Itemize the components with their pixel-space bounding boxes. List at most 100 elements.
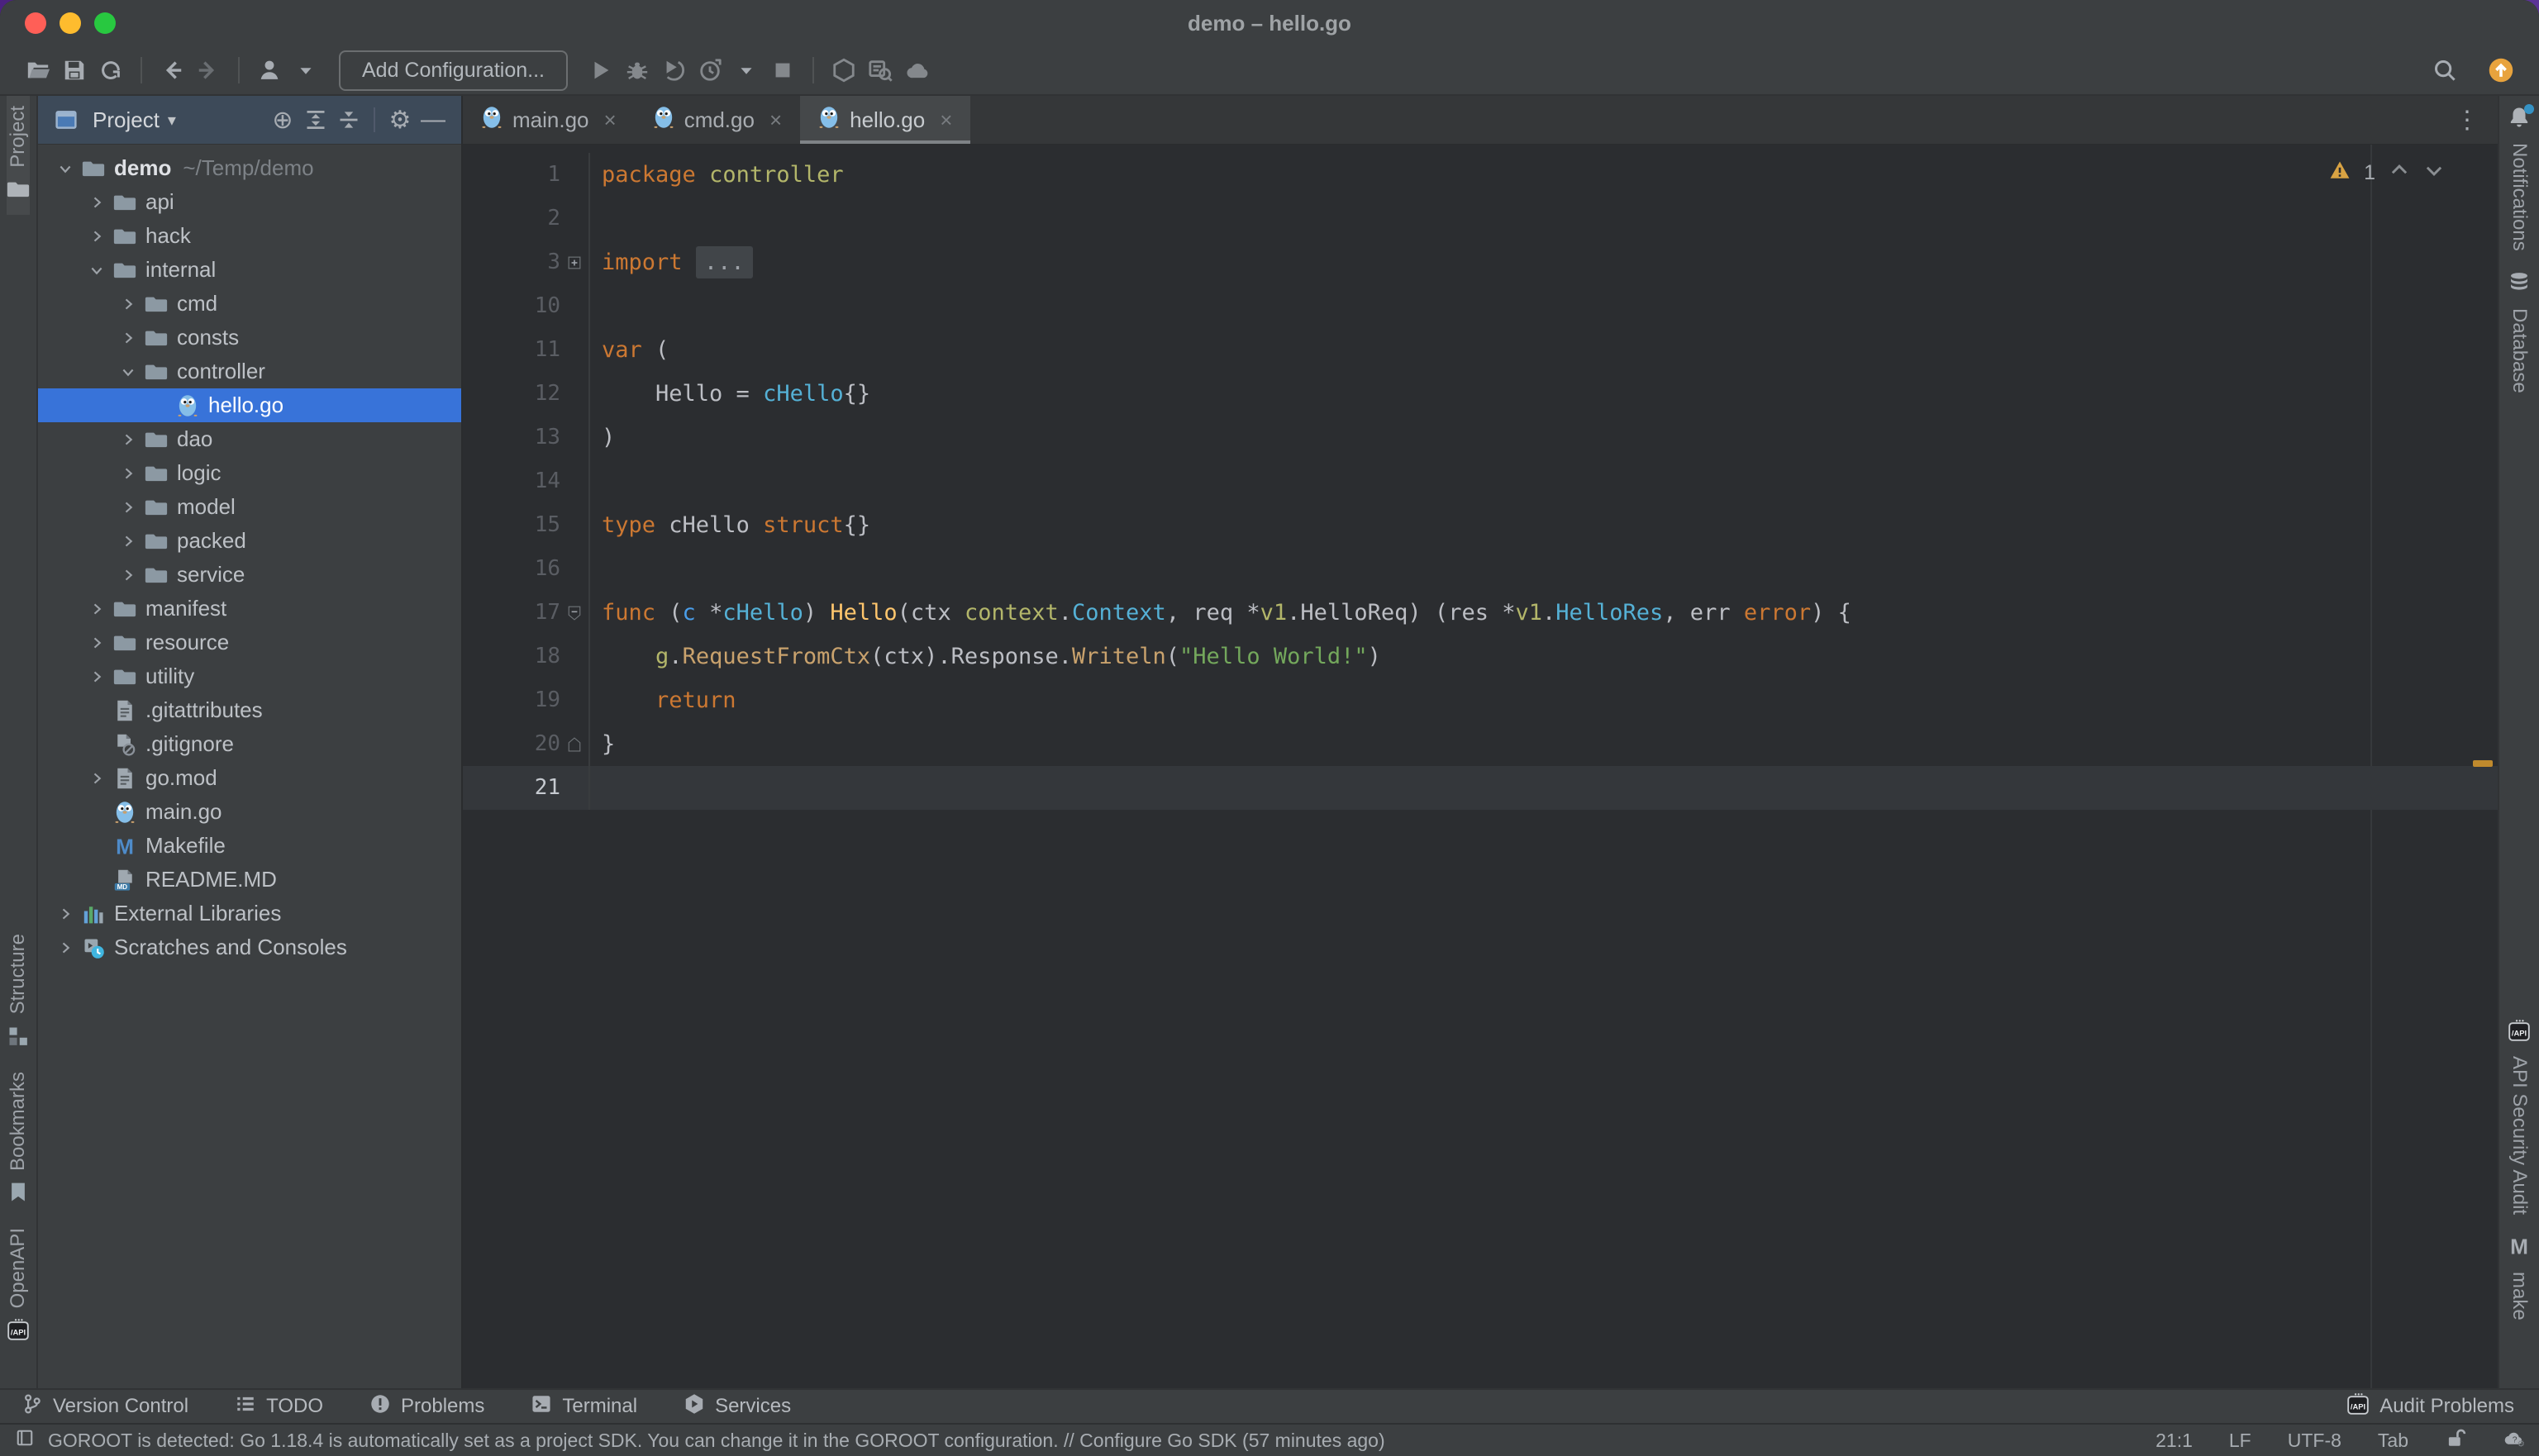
tool-window-button-version-control[interactable]: Version Control	[21, 1393, 188, 1420]
back-icon[interactable]	[154, 52, 190, 88]
code-line-18[interactable]: 18 g.RequestFromCtx(ctx).Response.Writel…	[463, 635, 2498, 678]
tree-item-resource[interactable]: resource	[38, 626, 461, 659]
collapse-all-icon[interactable]	[332, 103, 365, 136]
chevron-right-icon[interactable]	[116, 499, 141, 516]
minimize-window-button[interactable]	[60, 12, 81, 34]
chevron-down-icon[interactable]	[53, 160, 78, 177]
close-tab-icon[interactable]: ×	[769, 107, 782, 133]
fold-marker-icon[interactable]	[560, 722, 590, 766]
profiler-icon[interactable]	[692, 52, 728, 88]
tree-item-cmd[interactable]: cmd	[38, 287, 461, 321]
tree-item-internal[interactable]: internal	[38, 253, 461, 287]
code-editor[interactable]: 1package controller23import ...1011var (…	[463, 145, 2498, 1388]
next-problem-icon[interactable]	[2423, 159, 2445, 187]
tree-item-External Libraries[interactable]: External Libraries	[38, 897, 461, 930]
code-line-17[interactable]: 17func (c *cHello) Hello(ctx context.Con…	[463, 591, 2498, 635]
tool-window-button-problems[interactable]: Problems	[369, 1393, 484, 1420]
tree-item-controller[interactable]: controller	[38, 354, 461, 388]
code-line-12[interactable]: 12 Hello = cHello{}	[463, 372, 2498, 416]
chevron-right-icon[interactable]	[84, 601, 109, 617]
line-ending[interactable]: LF	[2229, 1430, 2251, 1452]
tree-item-Scratches and Consoles[interactable]: Scratches and Consoles	[38, 930, 461, 964]
tree-item-hack[interactable]: hack	[38, 219, 461, 253]
tree-item-go.mod[interactable]: go.mod	[38, 761, 461, 795]
tree-item-manifest[interactable]: manifest	[38, 592, 461, 626]
chevron-down-icon[interactable]	[84, 262, 109, 278]
tool-windows-icon[interactable]	[15, 1428, 35, 1453]
editor-options-icon[interactable]: ⋮	[2455, 96, 2498, 144]
go-sdk-cloud-icon[interactable]: ?⚙	[2503, 1427, 2524, 1454]
tool-stripe-project[interactable]: Project	[7, 96, 30, 215]
chevron-right-icon[interactable]	[84, 635, 109, 651]
update-icon[interactable]	[2483, 52, 2519, 88]
tree-item-main.go[interactable]: main.go	[38, 795, 461, 829]
tree-item-README.MD[interactable]: MDREADME.MD	[38, 863, 461, 897]
tab-cmd.go[interactable]: cmd.go×	[635, 96, 800, 144]
tree-item-.gitignore[interactable]: .gitignore	[38, 727, 461, 761]
code-line-3[interactable]: 3import ...	[463, 240, 2498, 284]
tool-stripe-make[interactable]: Mmake	[2508, 1225, 2531, 1330]
debug-icon[interactable]	[619, 52, 655, 88]
tree-item-packed[interactable]: packed	[38, 524, 461, 558]
cloud-icon[interactable]	[898, 52, 935, 88]
tree-item-Makefile[interactable]: MMakefile	[38, 829, 461, 863]
run-coverage-icon[interactable]	[655, 52, 692, 88]
caret-position[interactable]: 21:1	[2156, 1430, 2193, 1452]
chevron-right-icon[interactable]	[84, 228, 109, 245]
tree-item-api[interactable]: api	[38, 185, 461, 219]
file-encoding[interactable]: UTF-8	[2288, 1430, 2341, 1452]
open-project-icon[interactable]	[20, 52, 56, 88]
save-all-icon[interactable]	[56, 52, 93, 88]
caret-icon[interactable]	[288, 52, 324, 88]
code-line-15[interactable]: 15type cHello struct{}	[463, 503, 2498, 547]
tree-item-consts[interactable]: consts	[38, 321, 461, 354]
code-line-11[interactable]: 11var (	[463, 328, 2498, 372]
tool-window-button-todo[interactable]: TODO	[235, 1393, 323, 1420]
tool-stripe-openapi[interactable]: OpenAPI/API	[7, 1218, 30, 1355]
tree-item-demo[interactable]: demo~/Temp/demo	[38, 151, 461, 185]
tool-stripe-api-security-audit[interactable]: /APIAPI Security Audit	[2508, 1009, 2531, 1225]
code-line-1[interactable]: 1package controller	[463, 153, 2498, 197]
lock-icon[interactable]	[2445, 1427, 2466, 1454]
expand-all-icon[interactable]	[299, 103, 332, 136]
chevron-right-icon[interactable]	[84, 194, 109, 211]
caret-icon[interactable]	[728, 52, 765, 88]
tool-window-button-services[interactable]: Services	[684, 1393, 791, 1420]
run-icon[interactable]	[583, 52, 619, 88]
tab-hello.go[interactable]: hello.go×	[800, 96, 970, 144]
synchronize-icon[interactable]	[93, 52, 129, 88]
tree-item-logic[interactable]: logic	[38, 456, 461, 490]
chevron-right-icon[interactable]	[53, 940, 78, 956]
code-line-19[interactable]: 19 return	[463, 678, 2498, 722]
code-line-16[interactable]: 16	[463, 547, 2498, 591]
chevron-right-icon[interactable]	[116, 296, 141, 312]
tree-item-hello.go[interactable]: hello.go	[38, 388, 461, 422]
forward-icon[interactable]	[190, 52, 226, 88]
chevron-right-icon[interactable]	[116, 567, 141, 583]
tool-window-button-terminal[interactable]: Terminal	[531, 1393, 637, 1420]
code-line-21[interactable]: 21	[463, 766, 2498, 810]
tool-stripe-notifications[interactable]: Notifications	[2508, 96, 2531, 261]
tree-item-.gitattributes[interactable]: .gitattributes	[38, 693, 461, 727]
tree-item-dao[interactable]: dao	[38, 422, 461, 456]
close-tab-icon[interactable]: ×	[604, 107, 617, 133]
scrollbar-warning-mark[interactable]	[2473, 760, 2493, 767]
chevron-down-icon[interactable]: ▾	[168, 110, 176, 131]
code-line-20[interactable]: 20}	[463, 722, 2498, 766]
close-tab-icon[interactable]: ×	[940, 107, 952, 133]
settings-gear-icon[interactable]: ⚙	[383, 103, 417, 136]
services-hexagon-icon[interactable]	[826, 52, 862, 88]
project-panel-title[interactable]: Project	[93, 107, 160, 133]
tool-stripe-bookmarks[interactable]: Bookmarks	[7, 1062, 30, 1218]
chevron-right-icon[interactable]	[116, 431, 141, 448]
profile-user-icon[interactable]	[251, 52, 288, 88]
database-search-icon[interactable]	[862, 52, 898, 88]
close-window-button[interactable]	[25, 12, 46, 34]
chevron-down-icon[interactable]	[116, 364, 141, 380]
tool-stripe-structure[interactable]: Structure	[7, 924, 30, 1061]
fold-marker-icon[interactable]	[560, 591, 590, 635]
chevron-right-icon[interactable]	[116, 330, 141, 346]
code-line-2[interactable]: 2	[463, 197, 2498, 240]
status-message-area[interactable]: GOROOT is detected: Go 1.18.4 is automat…	[15, 1428, 1385, 1453]
hide-panel-icon[interactable]: —	[417, 103, 450, 136]
